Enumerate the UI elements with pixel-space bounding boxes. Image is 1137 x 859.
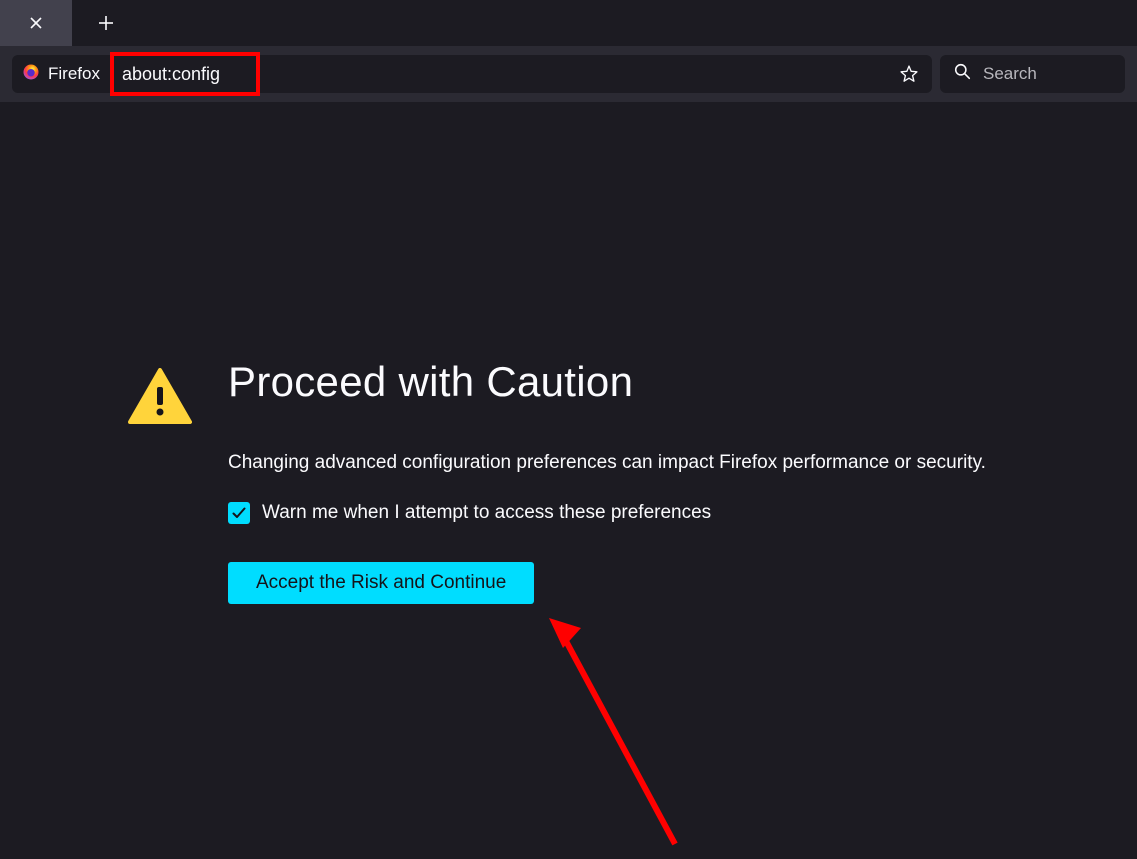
warning-description: Changing advanced configuration preferen… bbox=[228, 452, 986, 474]
firefox-icon bbox=[22, 63, 40, 86]
identity-box[interactable]: Firefox bbox=[12, 55, 110, 93]
warn-checkbox[interactable] bbox=[228, 502, 250, 524]
url-bar[interactable]: about:config bbox=[110, 55, 932, 93]
warning-triangle-icon bbox=[128, 358, 192, 431]
identity-label: Firefox bbox=[48, 64, 100, 84]
warning-content: Proceed with Caution Changing advanced c… bbox=[228, 358, 986, 604]
active-tab[interactable] bbox=[0, 0, 72, 46]
page-content: Proceed with Caution Changing advanced c… bbox=[0, 102, 1137, 755]
warn-checkbox-row[interactable]: Warn me when I attempt to access these p… bbox=[228, 502, 986, 524]
warning-title: Proceed with Caution bbox=[228, 358, 986, 406]
tab-strip bbox=[0, 0, 1137, 46]
warn-checkbox-label: Warn me when I attempt to access these p… bbox=[262, 502, 711, 524]
navigation-toolbar: Firefox about:config Search bbox=[0, 46, 1137, 102]
annotation-arrow-icon bbox=[545, 614, 685, 859]
new-tab-button[interactable] bbox=[88, 5, 124, 41]
search-icon bbox=[954, 63, 971, 85]
close-tab-icon[interactable] bbox=[29, 16, 43, 30]
warning-container: Proceed with Caution Changing advanced c… bbox=[128, 358, 986, 604]
url-bar-container: Firefox about:config bbox=[12, 55, 932, 93]
search-placeholder: Search bbox=[983, 64, 1037, 84]
bookmark-star-icon[interactable] bbox=[898, 63, 920, 85]
url-text: about:config bbox=[122, 64, 220, 85]
search-box[interactable]: Search bbox=[940, 55, 1125, 93]
accept-risk-button[interactable]: Accept the Risk and Continue bbox=[228, 562, 534, 604]
